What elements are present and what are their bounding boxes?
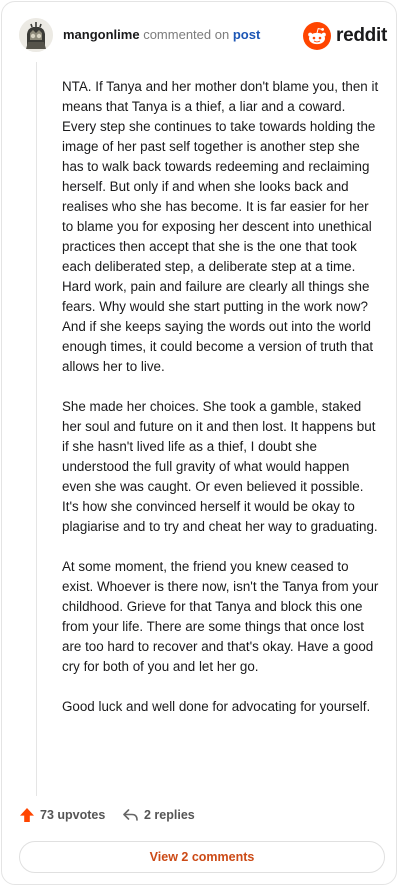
reddit-wordmark: reddit — [336, 25, 387, 46]
replies-button[interactable]: 2 replies — [122, 807, 195, 823]
upvote-count: 73 upvotes — [40, 808, 106, 822]
comment-paragraph: NTA. If Tanya and her mother don't blame… — [62, 79, 379, 374]
thread-line — [36, 62, 37, 796]
avatar[interactable] — [19, 18, 53, 52]
username[interactable]: mangonlime — [63, 27, 140, 42]
post-link[interactable]: post — [233, 27, 260, 42]
view-comments-button[interactable]: View 2 comments — [19, 841, 385, 873]
comment-paragraph: At some moment, the friend you knew ceas… — [62, 559, 379, 674]
reddit-logo-icon — [303, 22, 332, 50]
action-text: commented on — [143, 27, 230, 42]
comment-byline: mangonlime commented on post — [63, 27, 260, 42]
comment-card: mangonlime commented on post reddit NTA.… — [1, 1, 397, 885]
view-comments-label: View 2 comments — [149, 850, 255, 864]
replies-count: 2 replies — [144, 808, 195, 822]
comment-body: NTA. If Tanya and her mother don't blame… — [62, 77, 382, 737]
comment-paragraph: Good luck and well done for advocating f… — [62, 699, 371, 714]
comment-paragraph: She made her choices. She took a gamble,… — [62, 399, 378, 534]
upvote-button[interactable]: 73 upvotes — [19, 807, 105, 823]
avatar-image — [19, 18, 53, 52]
comment-header: mangonlime commented on post reddit — [19, 16, 387, 56]
comment-actions: 73 upvotes 2 replies — [19, 807, 359, 827]
reddit-brand[interactable]: reddit — [303, 21, 387, 51]
reply-arrow-icon — [123, 809, 138, 821]
upvote-arrow-icon — [20, 808, 34, 822]
